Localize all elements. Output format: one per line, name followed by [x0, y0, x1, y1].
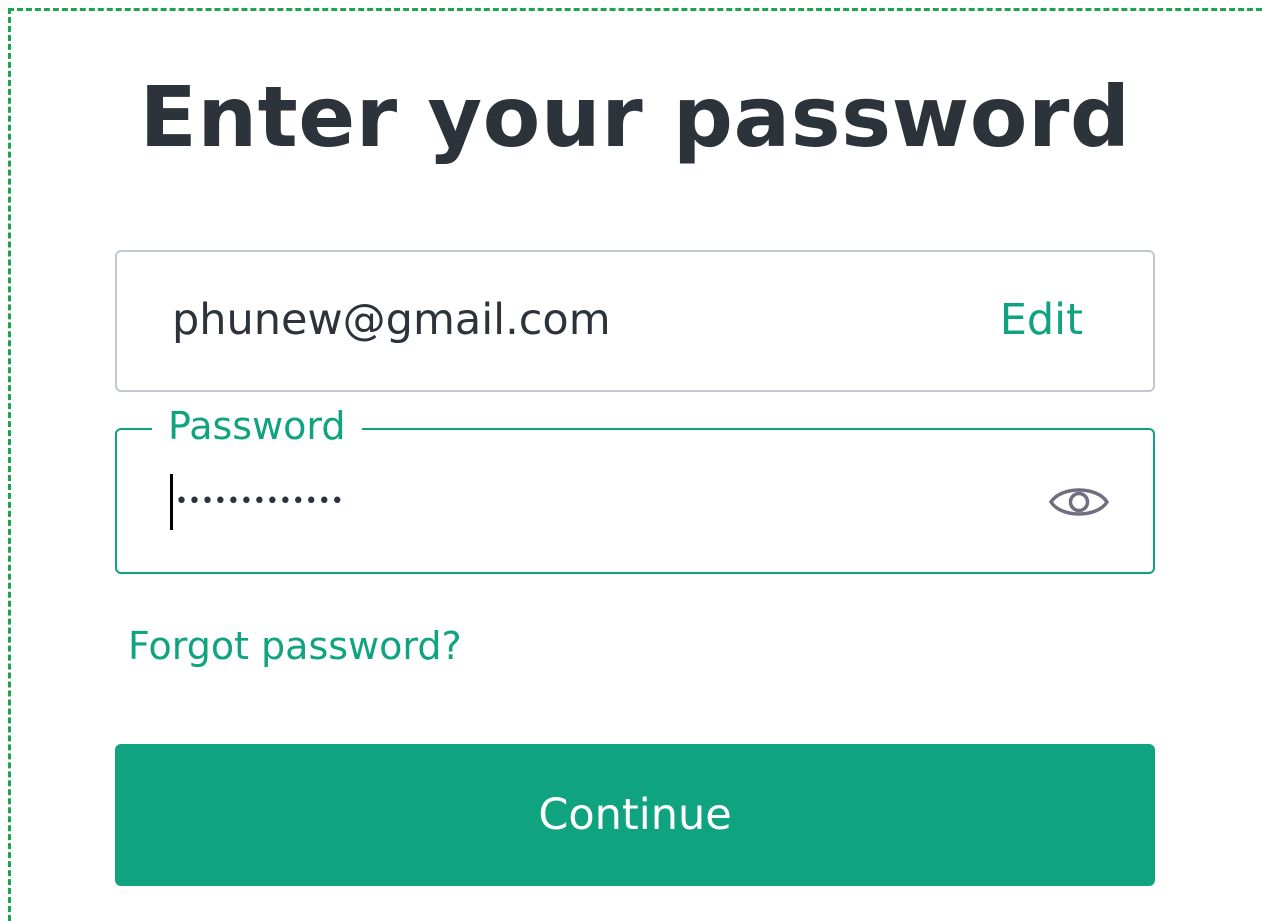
password-input-value[interactable]: ••••••••••••• [175, 480, 344, 524]
edit-email-link[interactable]: Edit [1000, 292, 1083, 348]
eye-icon-svg [1048, 488, 1110, 516]
email-value: phunew@gmail.com [172, 295, 611, 345]
page-title: Enter your password [139, 68, 1131, 166]
continue-button[interactable]: Continue [115, 744, 1155, 886]
password-label: Password [152, 400, 362, 452]
forgot-password-link[interactable]: Forgot password? [128, 620, 462, 672]
eye-icon[interactable] [1047, 478, 1111, 526]
email-display-box: phunew@gmail.com Edit [115, 250, 1155, 392]
password-field[interactable]: Password ••••••••••••• [115, 400, 1155, 574]
text-caret [170, 474, 173, 530]
